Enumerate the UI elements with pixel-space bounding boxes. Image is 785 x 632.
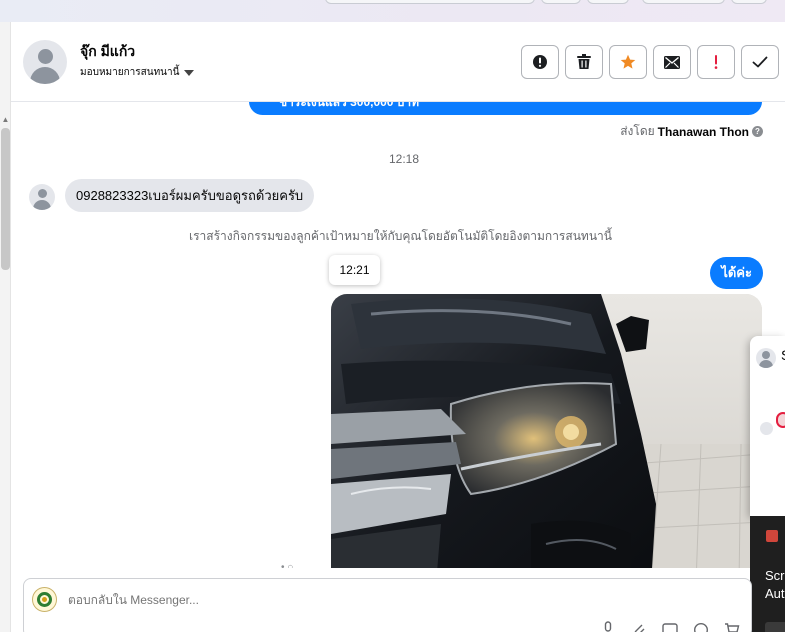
preview-avatar (756, 348, 776, 368)
contact-avatar[interactable] (23, 40, 67, 84)
red-badge-icon (776, 412, 785, 428)
reply-input[interactable] (68, 593, 468, 607)
top-input-fragment[interactable] (325, 0, 535, 4)
top-button-fragment[interactable] (642, 0, 725, 4)
done-button[interactable] (741, 45, 779, 79)
emoji-icon[interactable] (693, 621, 709, 632)
notification-subtitle: Aut (765, 586, 785, 601)
left-scrollbar[interactable]: ▲ (0, 22, 11, 632)
app-icon (766, 530, 778, 542)
avatar-body-shape (30, 67, 60, 84)
delete-button[interactable] (565, 45, 603, 79)
outgoing-message-bubble[interactable]: ได้ค่ะ (710, 257, 763, 289)
car-photo-illustration (331, 294, 762, 568)
scroll-up-arrow-icon[interactable]: ▲ (1, 116, 10, 124)
page-avatar (32, 587, 57, 612)
message-text: ชำระเงินแล้ว 300,000 บาท (279, 102, 420, 109)
conversation-actions (521, 45, 779, 79)
follow-up-button[interactable] (697, 45, 735, 79)
preview-title: S (781, 347, 785, 363)
notification-title: Scr (765, 568, 785, 583)
browser-top-strip (0, 0, 785, 22)
timestamp-tooltip: 12:21 (329, 255, 380, 285)
mark-unread-button[interactable] (653, 45, 691, 79)
small-avatar (760, 422, 773, 435)
avatar-head-shape (38, 49, 53, 64)
cart-icon[interactable] (724, 621, 740, 632)
assign-label: มอบหมายการสนทนานี้ (80, 67, 180, 78)
microphone-icon[interactable] (600, 621, 616, 632)
sender-name[interactable]: Thanawan Thon (658, 125, 749, 139)
top-button-fragment[interactable] (731, 0, 767, 4)
message-thread[interactable]: ชำระเงินแล้ว 300,000 บาท ส่งโดย Thanawan… (11, 102, 785, 568)
top-button-fragment[interactable] (541, 0, 581, 4)
alert-circle-icon (533, 55, 547, 69)
message-status-dots: • ○ (281, 562, 294, 568)
sent-by-line: ส่งโดย Thanawan Thon ? (620, 122, 763, 141)
notification-panel[interactable]: Scr Aut (750, 516, 785, 632)
caret-down-icon (184, 70, 195, 76)
spam-button[interactable] (521, 45, 559, 79)
star-icon (620, 54, 636, 69)
avatar-head-shape (762, 351, 770, 359)
customer-avatar[interactable] (29, 184, 55, 210)
top-button-fragment[interactable] (587, 0, 629, 4)
gif-icon[interactable] (662, 621, 678, 632)
check-icon (752, 56, 768, 68)
trash-icon (577, 54, 591, 69)
system-note: เราสร้างกิจกรรมของลูกค้าเป้าหมายให้กับคุ… (189, 229, 612, 243)
logo-dot-shape (42, 597, 47, 602)
floating-preview-card[interactable]: S (750, 336, 785, 516)
message-timestamp: 12:18 (389, 152, 420, 166)
avatar-body-shape (759, 360, 773, 368)
exclamation-icon (714, 55, 718, 69)
envelope-icon (664, 55, 680, 69)
image-attachment[interactable] (331, 294, 762, 568)
conversation-header: จุ๊ก มีแก้ว มอบหมายการสนทนานี้ (11, 22, 785, 102)
contact-name[interactable]: จุ๊ก มีแก้ว (80, 41, 135, 63)
notification-button-fragment[interactable] (765, 622, 785, 632)
composer-toolbar (600, 621, 740, 632)
message-composer (23, 578, 752, 632)
assign-conversation-dropdown[interactable]: มอบหมายการสนทนานี้ (80, 65, 195, 80)
scrollbar-thumb[interactable] (1, 128, 10, 270)
outgoing-message-bubble[interactable]: ชำระเงินแล้ว 300,000 บาท (249, 102, 762, 115)
avatar-head-shape (38, 189, 47, 198)
avatar-body-shape (33, 200, 51, 210)
help-icon[interactable]: ? (752, 126, 763, 137)
attachment-icon[interactable] (631, 621, 647, 632)
star-button[interactable] (609, 45, 647, 79)
incoming-message-bubble[interactable]: 0928823323เบอร์ผมครับขอดูรถด้วยครับ (65, 179, 315, 212)
sent-by-prefix: ส่งโดย (620, 124, 655, 138)
